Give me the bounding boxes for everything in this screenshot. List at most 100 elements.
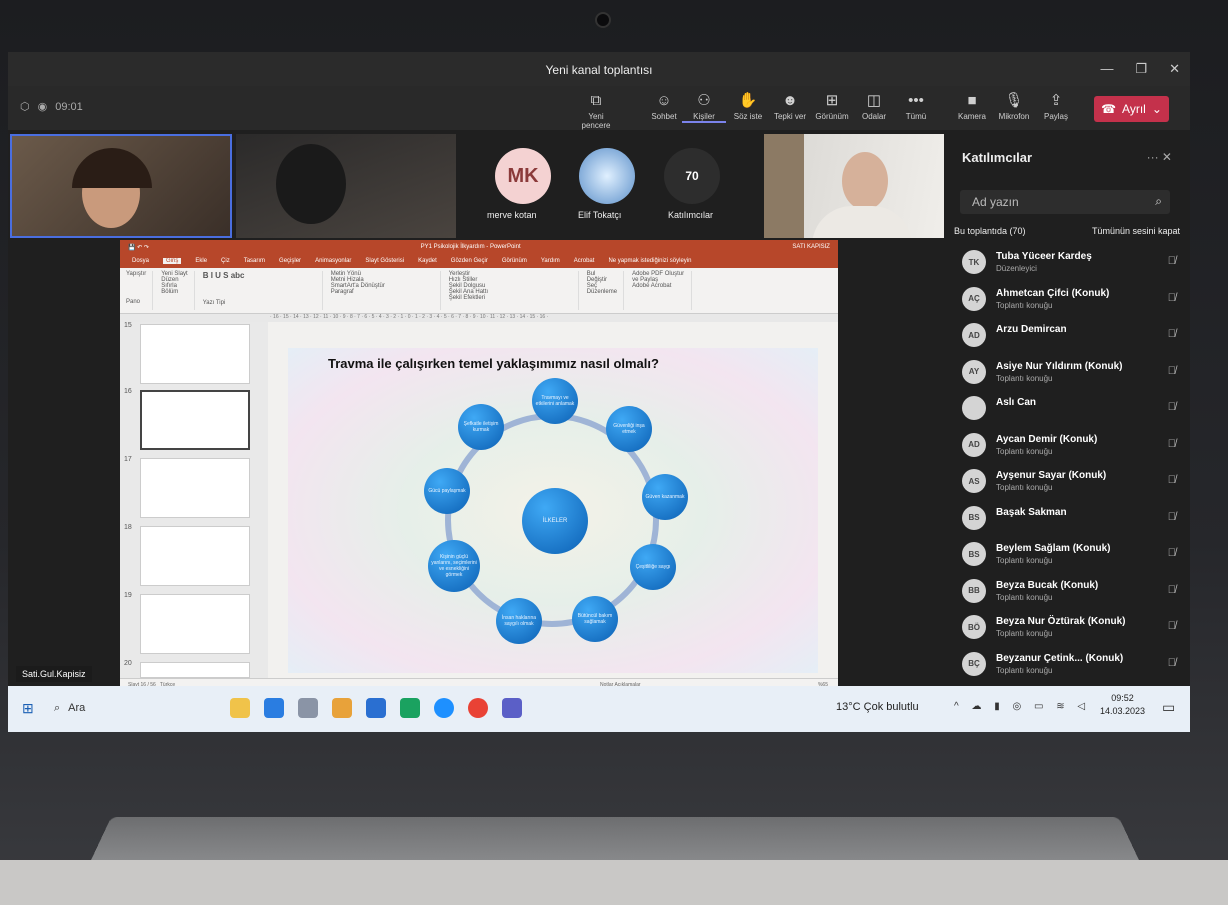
minimize-icon[interactable]: — — [1100, 61, 1113, 77]
rooms-button[interactable]: ◫ Odalar — [852, 92, 896, 121]
participant-row[interactable]: TK Tuba Yüceer Kardeş Düzenleyici 🎙̸ — [962, 246, 1176, 280]
system-tray[interactable]: ^ ☁ ▮ ◎ ▭ ≋ ◁ — [954, 701, 1090, 712]
maximize-icon[interactable]: ❐ — [1135, 61, 1147, 77]
weather-widget[interactable]: 13°C Çok bulutlu — [836, 701, 919, 713]
participant-row[interactable]: AÇ Ahmetcan Çifci (Konuk) Toplantı konuğu 🎙… — [962, 283, 1176, 317]
raise-hand-icon: ✋ — [738, 92, 758, 109]
leave-button[interactable]: ☎ Ayrıl ⌄ — [1094, 96, 1169, 122]
slide-thumbnail[interactable] — [140, 594, 250, 654]
view-button[interactable]: ⊞ Görünüm — [810, 92, 854, 121]
teams-icon[interactable] — [502, 698, 522, 718]
participant-role: Toplantı konuğu — [996, 446, 1053, 456]
chevron-down-icon: ⌄ — [1151, 102, 1162, 116]
participant-row[interactable]: AD Arzu Demircan 🎙̸ — [962, 319, 1176, 353]
camera-button[interactable]: ■ Kamera — [950, 92, 994, 121]
tab-design[interactable]: Tasarım — [244, 258, 265, 264]
tab-record[interactable]: Kaydet — [418, 258, 437, 264]
edge-icon[interactable] — [434, 698, 454, 718]
participants-section-header: Bu toplantıda (70) Tümünün sesini kapat — [954, 226, 1180, 236]
tab-transitions[interactable]: Geçişler — [279, 258, 301, 264]
search-icon: ⌕ — [54, 702, 61, 714]
tab-insert[interactable]: Ekle — [195, 258, 207, 264]
folder-icon[interactable] — [332, 698, 352, 718]
react-button[interactable]: ☻ Tepki ver — [768, 92, 812, 121]
close-icon[interactable]: ✕ — [1169, 61, 1180, 77]
ppt-search-hint[interactable]: Ne yapmak istediğinizi söyleyin — [608, 258, 691, 264]
participant-search-input[interactable]: Ad yazın ⌕ — [960, 190, 1170, 214]
participant-name: Ahmetcan Çifci (Konuk) — [996, 287, 1110, 299]
taskbar-search[interactable]: ⌕ Ara — [54, 702, 85, 715]
avatar-name: merve kotan — [487, 210, 537, 220]
app-icon[interactable] — [264, 698, 284, 718]
panel-title: Katılımcılar — [962, 150, 1033, 165]
avatar[interactable]: MK — [495, 148, 551, 204]
notification-icon[interactable]: ▭ — [1162, 699, 1175, 716]
windows-taskbar: ⊞ ⌕ Ara 13°C Çok bulutlu ^ ☁ ▮ ◎ ▭ ≋ ◁ 09… — [8, 686, 1190, 732]
avatar: BS — [962, 542, 986, 566]
participant-row[interactable]: Aslı Can 🎙̸ — [962, 392, 1176, 426]
webcam — [595, 12, 611, 28]
slide-number: 19 — [124, 592, 132, 599]
participant-row[interactable]: AS Ayşenur Sayar (Konuk) Toplantı konuğu 🎙̸ — [962, 465, 1176, 499]
font-format-buttons[interactable]: B I U S abc — [203, 271, 316, 280]
more-button[interactable]: ••• Tümü — [894, 92, 938, 121]
participant-row[interactable]: BÖ Beyza Nur Öztürak (Konuk) Toplantı konu… — [962, 611, 1176, 645]
avatar: AD — [962, 432, 986, 457]
laptop-hinge — [88, 817, 1142, 866]
person-hair — [72, 148, 152, 188]
file-explorer-icon[interactable] — [230, 698, 250, 718]
participant-row[interactable]: BS Başak Sakman 🎙̸ — [962, 502, 1176, 536]
slide-thumbnail[interactable] — [140, 324, 250, 384]
tab-review[interactable]: Gözden Geçir — [451, 258, 488, 264]
participant-role: Toplantı konuğu — [996, 300, 1053, 310]
tab-animations[interactable]: Animasyonlar — [315, 258, 351, 264]
section-toggle[interactable]: Bu toplantıda (70) — [954, 226, 1026, 236]
new-window-button[interactable]: ⧉ Yeni pencere — [574, 92, 618, 130]
slide-thumbnail[interactable] — [140, 662, 250, 678]
ppt-quick-access[interactable]: 💾 ↶ ↷ — [128, 244, 149, 251]
participant-row[interactable]: AD Aycan Demir (Konuk) Toplantı konuğu 🎙̸ — [962, 429, 1176, 463]
search-icon: ⌕ — [1155, 194, 1162, 208]
chrome-icon[interactable] — [468, 698, 488, 718]
ribbon-group-font: B I U S abc Yazı Tipi — [203, 271, 323, 310]
slide-thumbnail[interactable] — [140, 458, 250, 518]
slide-thumbnail-selected[interactable] — [140, 390, 250, 450]
tab-home[interactable]: Giriş — [163, 258, 182, 264]
participant-count[interactable]: 70 — [664, 148, 720, 204]
panel-close-icon[interactable]: ··· ✕ — [1147, 150, 1172, 164]
slide-thumbnail[interactable] — [140, 526, 250, 586]
windows-start-icon[interactable]: ⊞ — [22, 700, 34, 717]
mute-all-button[interactable]: Tümünün sesini kapat — [1092, 226, 1180, 236]
participant-row[interactable]: BÇ Beyzanur Çetink... (Konuk) Toplantı kon… — [962, 648, 1176, 682]
screen: Yeni kanal toplantısı — ❐ ✕ ⬡ ◉ 09:01 ⧉ Y… — [8, 52, 1190, 732]
chat-button[interactable]: ☺ Sohbet — [642, 92, 686, 121]
record-icon: ◉ — [37, 101, 48, 113]
person-face — [842, 152, 888, 210]
taskview-icon[interactable] — [298, 698, 318, 718]
people-button[interactable]: ⚇ Kişiler — [682, 92, 726, 123]
person-body — [812, 206, 912, 238]
participant-role: Toplantı konuğu — [996, 373, 1053, 383]
clock[interactable]: 09:52 14.03.2023 — [1100, 692, 1145, 718]
tab-acrobat[interactable]: Acrobat — [574, 258, 595, 264]
paste-button[interactable]: Yapıştır — [126, 271, 146, 277]
app-l-icon[interactable] — [400, 698, 420, 718]
share-button[interactable]: ⇪ Paylaş — [1034, 92, 1078, 121]
camera-icon: ■ — [967, 92, 977, 109]
mic-off-icon: 🎙̸ — [1167, 583, 1176, 596]
mail-icon[interactable] — [366, 698, 386, 718]
mic-button[interactable]: 🎙 Mikrofon — [992, 92, 1036, 121]
tab-slideshow[interactable]: Slayt Gösterisi — [365, 258, 404, 264]
tab-file[interactable]: Dosya — [132, 258, 149, 264]
slide-canvas[interactable]: Travma ile çalışırken temel yaklaşımımız… — [288, 348, 818, 673]
tab-view[interactable]: Görünüm — [502, 258, 527, 264]
raise-hand-button[interactable]: ✋ Söz iste — [726, 92, 770, 121]
participant-row[interactable]: AY Asiye Nur Yıldırım (Konuk) Toplantı kon… — [962, 356, 1176, 390]
ribbon-group-paragraph: Metin Yönü Metni Hizala SmartArt'a Dönüştü… — [331, 271, 441, 310]
tab-help[interactable]: Yardım — [541, 258, 560, 264]
adobe-pdf-button[interactable]: Adobe PDF Oluştur ve Paylaş — [632, 271, 685, 283]
participant-row[interactable]: BS Beylem Sağlam (Konuk) Toplantı konuğu 🎙̸ — [962, 538, 1176, 572]
avatar[interactable] — [579, 148, 635, 204]
tab-draw[interactable]: Çiz — [221, 258, 230, 264]
participant-row[interactable]: BB Beyza Bucak (Konuk) Toplantı konuğu 🎙̸ — [962, 575, 1176, 609]
